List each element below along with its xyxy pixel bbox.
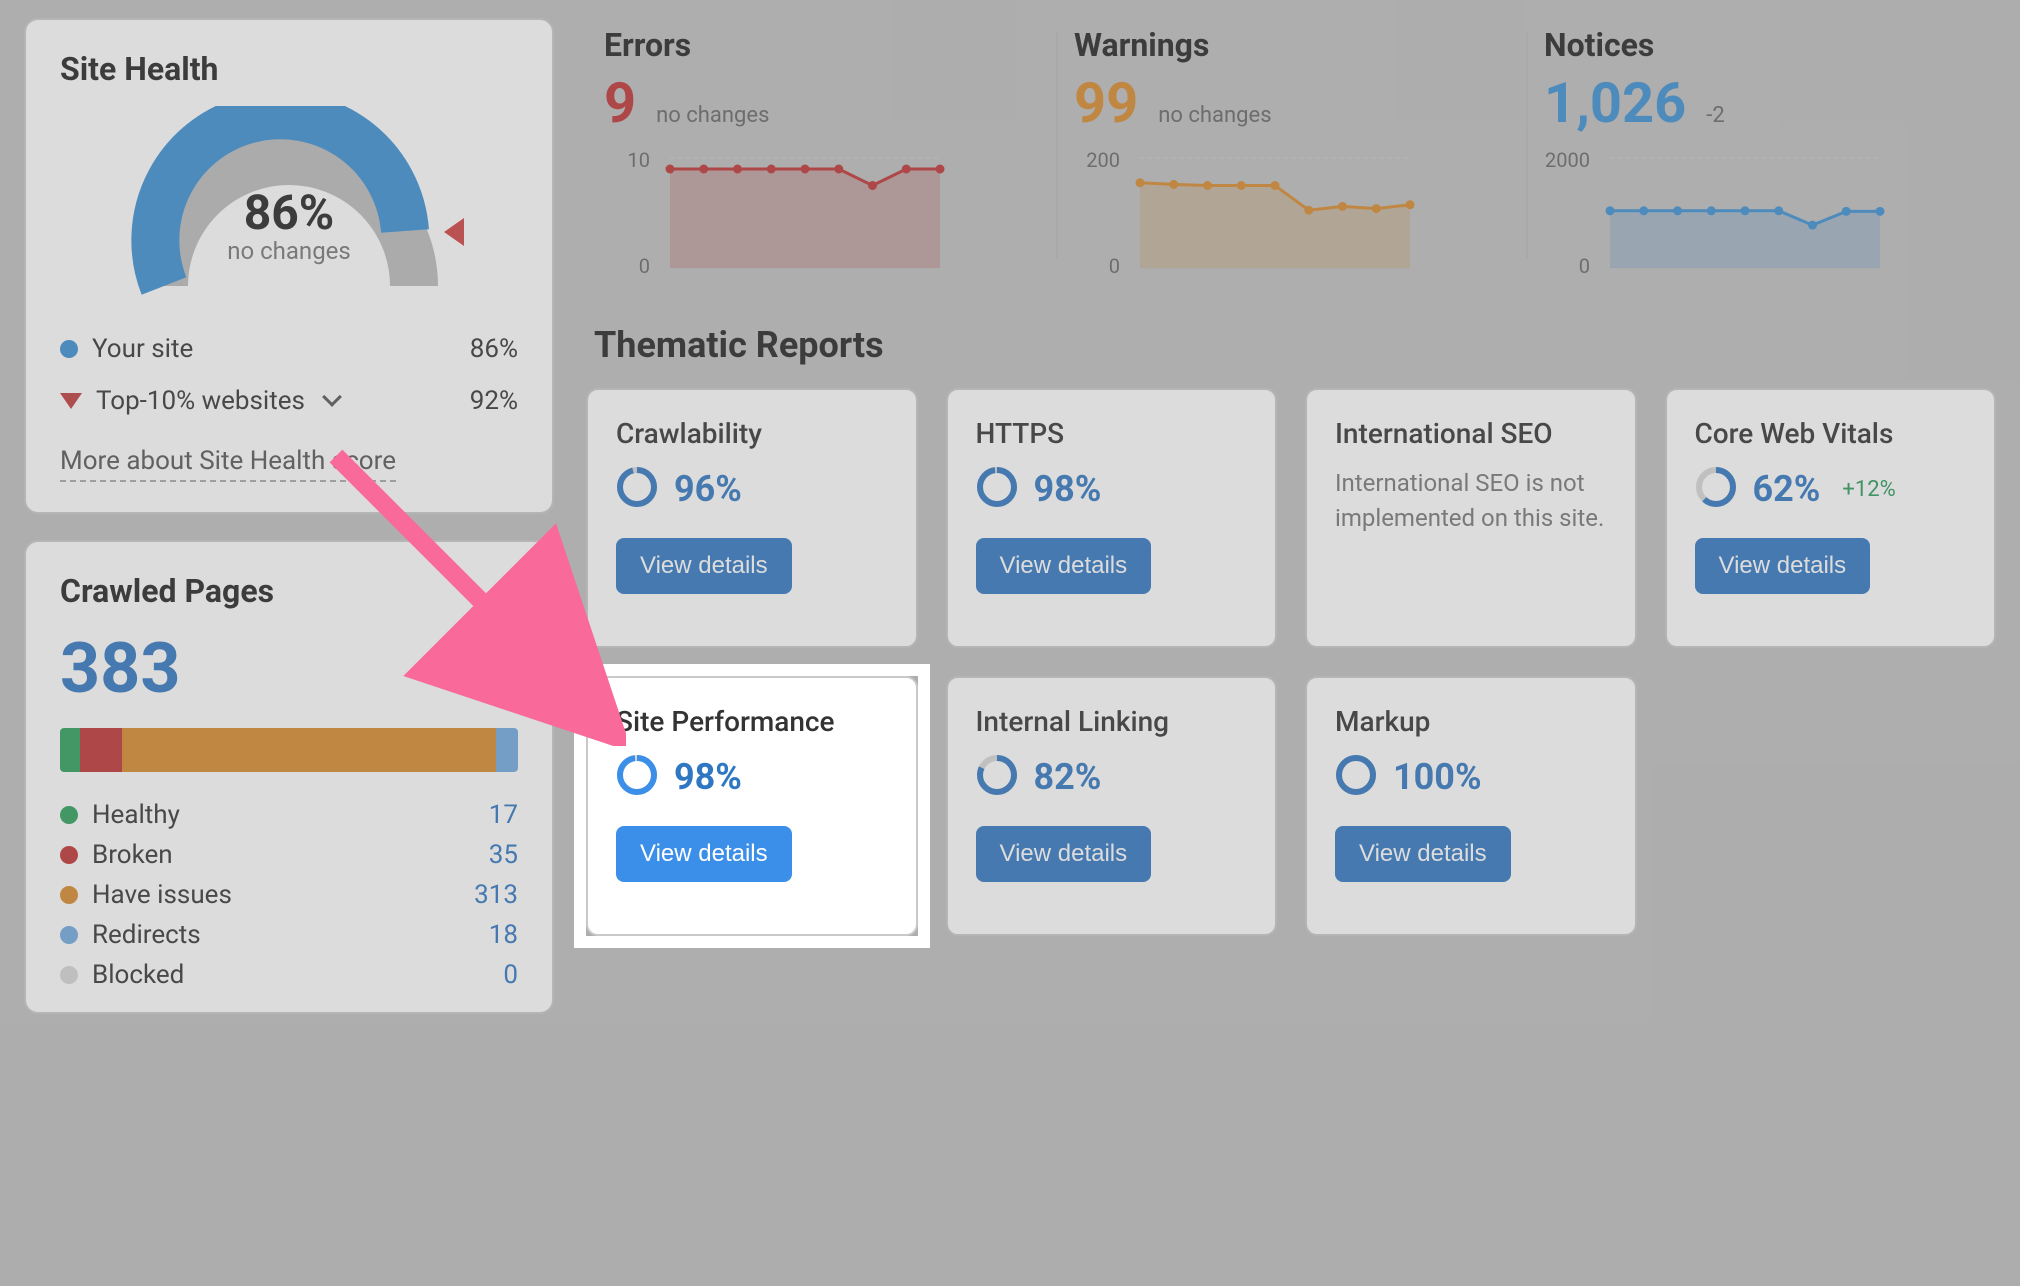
metric-delta: no changes [1158,103,1271,128]
crawled-value: 18 [489,920,518,950]
thematic-card: HTTPS 98% View details [946,388,1278,648]
comparison-marker-icon [444,218,464,246]
crawled-row[interactable]: Redirects 18 [60,920,518,950]
thematic-card-title: Core Web Vitals [1695,416,1967,452]
top10-dropdown[interactable]: Top-10% websites 92% [60,386,518,416]
thematic-card: Internal Linking 82% View details [946,676,1278,936]
view-details-button[interactable]: View details [616,538,792,594]
dot-icon [60,886,78,904]
thematic-pct: 98% [674,756,742,798]
crawled-row[interactable]: Broken 35 [60,840,518,870]
ring-icon [1335,754,1377,800]
thematic-card-title: International SEO [1335,416,1607,452]
view-details-button[interactable]: View details [1335,826,1511,882]
crawled-value: 313 [474,880,518,910]
top10-label: Top-10% websites [96,386,305,416]
thematic-card: Core Web Vitals 62% +12% View details [1665,388,1997,648]
metric-value: 1,026 [1544,70,1686,136]
crawled-label: Blocked [92,960,184,990]
thematic-delta: +12% [1842,477,1895,502]
crawled-value: 17 [489,800,518,830]
crawled-label: Broken [92,840,173,870]
metric-errors: Errors9no changes100 [586,18,1056,298]
crawled-row[interactable]: Have issues 313 [60,880,518,910]
thematic-pct: 62% [1753,468,1821,510]
dot-icon [60,846,78,864]
ring-icon [976,754,1018,800]
chevron-down-icon [322,387,342,407]
thematic-card: International SEO International SEO is no… [1305,388,1637,648]
thematic-note: International SEO is not implemented on … [1335,466,1607,536]
triangle-down-icon [60,393,82,409]
gauge-sub: no changes [124,237,454,265]
thematic-pct: 98% [1034,468,1102,510]
metric-title: Warnings [1074,26,1498,64]
your-site-label: Your site [92,334,193,364]
metric-value: 99 [1074,70,1138,136]
thematic-title: Thematic Reports [594,324,1996,366]
your-site-pct: 86% [470,334,518,364]
thematic-card-title: Site Performance [616,704,888,740]
ring-icon [1695,466,1737,512]
sparkline [1600,148,1890,278]
metric-delta: -2 [1706,103,1724,128]
view-details-button[interactable]: View details [1695,538,1871,594]
thematic-pct: 96% [674,468,742,510]
crawled-value: 0 [503,960,518,990]
crawled-label: Redirects [92,920,201,950]
ring-icon [976,466,1018,512]
ring-icon [616,754,658,800]
thematic-card-title: Crawlability [616,416,888,452]
metric-title: Errors [604,26,1028,64]
sparkline [1130,148,1420,278]
crawled-row[interactable]: Healthy 17 [60,800,518,830]
dot-icon [60,926,78,944]
metric-delta: no changes [656,103,769,128]
thematic-card: Crawlability 96% View details [586,388,918,648]
thematic-card: Markup 100% View details [1305,676,1637,936]
view-details-button[interactable]: View details [976,538,1152,594]
dot-icon [60,966,78,984]
crawled-row[interactable]: Blocked 0 [60,960,518,990]
thematic-card-title: Internal Linking [976,704,1248,740]
view-details-button[interactable]: View details [976,826,1152,882]
crawled-value: 35 [489,840,518,870]
view-details-button[interactable]: View details [616,826,792,882]
thematic-pct: 100% [1393,756,1482,798]
dot-icon [60,806,78,824]
top10-pct: 92% [470,386,518,416]
site-health-gauge: 86% no changes [124,106,454,306]
metric-title: Notices [1544,26,1968,64]
site-health-title: Site Health [60,50,518,88]
sparkline [660,148,950,278]
thematic-pct: 82% [1034,756,1102,798]
thematic-card-title: HTTPS [976,416,1248,452]
crawled-label: Healthy [92,800,180,830]
metric-value: 9 [604,70,636,136]
metric-warnings: Warnings99no changes2000 [1056,18,1526,298]
gauge-percent: 86% [124,184,454,241]
thematic-card-title: Markup [1335,704,1607,740]
dot-icon [60,340,78,358]
crawled-label: Have issues [92,880,232,910]
metric-notices: Notices1,026-220000 [1526,18,1996,298]
